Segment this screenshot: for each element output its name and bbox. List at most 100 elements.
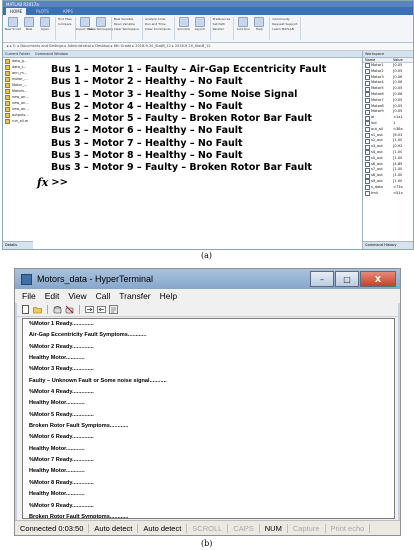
analyze-code-button[interactable]: Analyze Code [145,17,171,21]
save-workspace-button[interactable]: Save Workspace [88,17,113,40]
disconnect-icon[interactable] [65,305,74,314]
workspace-col-name[interactable]: Name [363,58,393,62]
command-window[interactable]: Command Window Bus 1 – Motor 1 – Faulty … [33,51,363,249]
new-button[interactable]: New [22,17,36,40]
terminal-line: Broken Rotor Fault Symptoms............ [29,513,129,519]
help-button[interactable]: Help [252,17,266,40]
menu-transfer[interactable]: Transfer [119,291,150,301]
set-path-button[interactable]: Set Path [213,22,231,26]
terminal-line: %Motor 3 Ready.............. [29,366,94,373]
add-ons-button[interactable]: Add-Ons [236,17,250,40]
menu-edit[interactable]: Edit [45,291,60,301]
variable-icon [365,167,370,173]
new-script-button[interactable]: New Script [5,17,21,40]
terminal-line: Broken Rotor Fault Symptoms............ [29,423,129,430]
file-icon [5,94,10,100]
community-button[interactable]: Community [272,17,297,21]
variable-icon [365,173,370,179]
maximize-button[interactable]: □ [335,271,359,287]
ribbon-group-variable: New Variable Open Variable Clear Workspa… [114,17,143,40]
new-variable-button[interactable]: New Variable [114,17,139,21]
variable-icon [365,144,370,150]
variable-icon [365,127,370,133]
matlab-tabs: HOME PLOTS APPS [3,7,413,15]
ribbon-group-file: New Script New Open [5,17,56,40]
terminal-line: Healthy Motor............ [29,445,85,452]
file-icon [5,64,10,70]
window-controls: – □ X [310,271,396,287]
request-support-button[interactable]: Request Support [272,22,297,26]
file-icon [5,118,10,124]
close-button[interactable]: X [360,271,396,287]
simulink-button[interactable]: Simulink [177,17,191,40]
new-connection-icon[interactable] [21,305,30,314]
clear-commands-button[interactable]: Clear Commands [145,27,171,31]
parallel-button[interactable]: Parallel [213,27,231,31]
terminal-line: Air-Gap Eccentricity Fault Symptoms.....… [29,332,147,339]
variable-icon [365,98,370,104]
learn-matlab-button[interactable]: Learn MATLAB [272,27,297,31]
caption-b: (b) [201,539,213,548]
minimize-button[interactable]: – [310,271,334,287]
send-icon[interactable] [85,305,94,314]
open-folder-icon[interactable] [33,305,42,314]
terminal-line: Healthy Motor............ [29,400,85,407]
fx-icon[interactable]: fx [37,176,48,189]
caption-a: (a) [201,251,213,260]
save-icon [95,17,106,27]
variable-icon [365,179,370,185]
layout-button[interactable]: Layout [193,17,207,40]
tab-home[interactable]: HOME [6,8,27,15]
matlab-title: MATLAB R2017a [6,1,39,7]
command-history-header[interactable]: Command History [363,241,413,249]
tab-apps[interactable]: APPS [59,8,77,15]
terminal-line: %Motor 1 Ready.............. [29,321,94,327]
ribbon-group-find: Find Files Compare [58,17,76,40]
open-button[interactable]: Open [38,17,52,40]
workspace-row[interactable]: tmil <51x [363,191,413,197]
find-compare-list: Find Files Compare [58,17,72,40]
file-icon [5,58,10,64]
properties-icon[interactable] [109,305,118,314]
menu-file[interactable]: File [22,291,36,301]
workspace-col-value[interactable]: Value [393,58,403,62]
terminal-output[interactable]: %Motor 1 Ready.............. Air-Gap Ecce… [22,318,395,519]
variable-icon [365,161,370,167]
variable-icon [365,121,370,127]
ribbon-group-environment: Preferences Set Path Parallel [213,17,235,40]
variable-icon [365,115,370,121]
toolbar-separator [79,305,80,314]
command-output-line: Bus 2 – Motor 5 – Faulty – Broken Rotor … [51,113,312,125]
address-bar[interactable]: ▸ ▸ C: ▸ Documents and Settings ▸ Admini… [3,43,413,51]
command-prompt[interactable]: fx >> [33,176,363,189]
command-output-line: Bus 2 – Motor 4 – Healthy – No Fault [51,100,243,112]
find-files-button[interactable]: Find Files [58,17,72,21]
preferences-button[interactable]: Preferences [213,17,231,21]
import-icon [79,17,90,27]
connect-phone-icon[interactable] [53,305,62,314]
file-list-item[interactable]: run_all.m [3,118,33,124]
variable-icon [365,86,370,92]
terminal-line: %Motor 8 Ready.............. [29,479,94,486]
file-icon [5,100,10,106]
compare-button[interactable]: Compare [58,22,72,26]
receive-icon[interactable] [97,305,106,314]
clear-workspace-button[interactable]: Clear Workspace [114,27,139,31]
file-icon [5,112,10,118]
open-variable-button[interactable]: Open Variable [114,22,139,26]
variable-icon [365,190,370,196]
matlab-window: MATLAB R2017a HOME PLOTS APPS New Script… [2,0,414,250]
command-output-line: Bus 1 – Motor 1 – Faulty – Air-Gap Eccen… [51,64,327,75]
tab-plots[interactable]: PLOTS [32,8,53,15]
variable-icon [365,138,370,144]
status-auto-detect-2: Auto detect [138,523,188,533]
file-icon [5,82,10,88]
menu-help[interactable]: Help [160,291,177,301]
run-and-time-button[interactable]: Run and Time [145,22,171,26]
menu-call[interactable]: Call [96,291,111,301]
command-output-line: Bus 1 – Motor 3 – Healthy – Some Noise S… [51,88,298,100]
variable-icon [365,103,370,109]
layout-icon [194,17,205,27]
details-panel-header[interactable]: Details [3,241,33,249]
menu-view[interactable]: View [68,291,86,301]
